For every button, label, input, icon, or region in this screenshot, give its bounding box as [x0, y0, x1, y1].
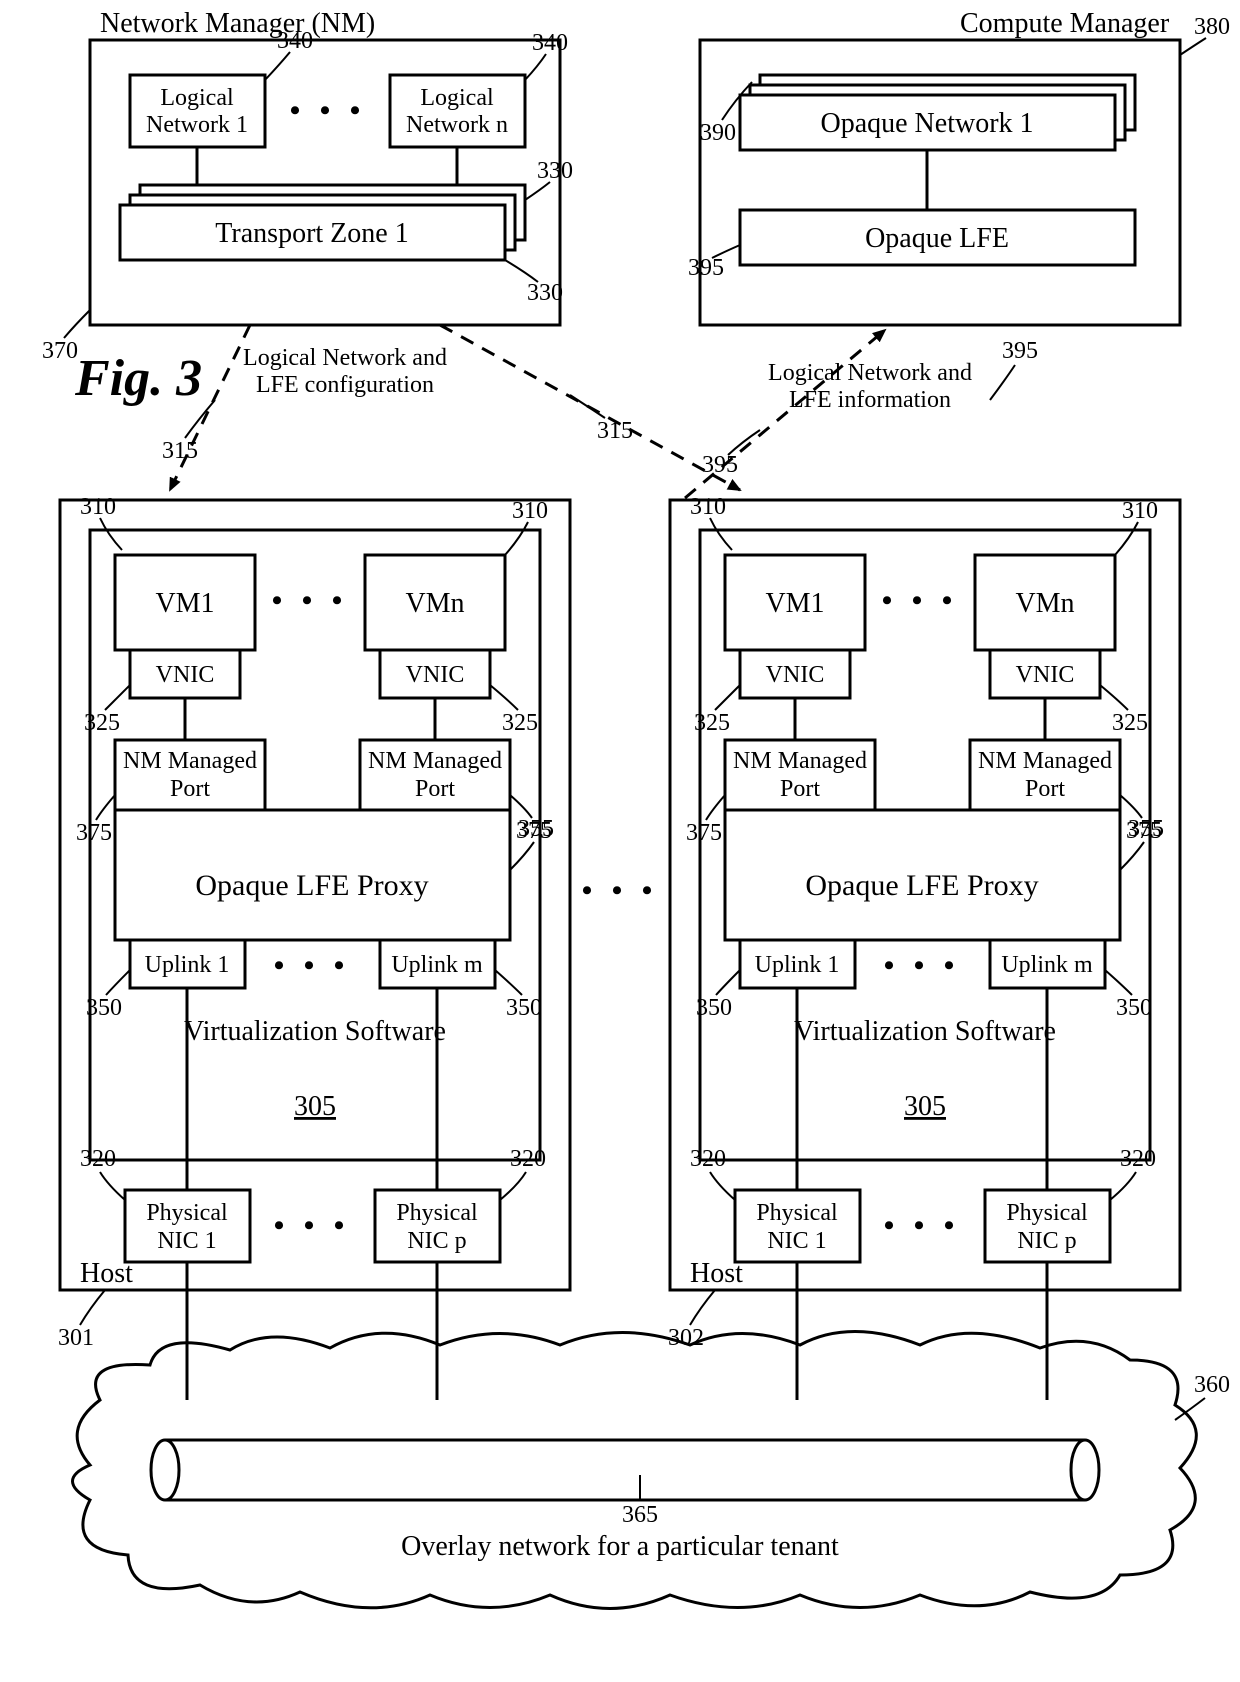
- svg-text:• • •: • • •: [290, 94, 367, 127]
- svg-text:390: 390: [700, 120, 736, 146]
- svg-text:315: 315: [597, 418, 633, 444]
- svg-text:340: 340: [532, 30, 568, 56]
- svg-text:395: 395: [1002, 338, 1038, 364]
- opnet-label: Opaque Network 1: [820, 108, 1033, 139]
- svg-text:302: 302: [668, 1325, 704, 1351]
- compute-manager-block: Compute Manager Opaque Network 1 Opaque …: [688, 8, 1230, 325]
- svg-text:301: 301: [58, 1325, 94, 1351]
- svg-text:330: 330: [527, 280, 563, 306]
- svg-text:LFE configuration: LFE configuration: [256, 372, 434, 398]
- overlay-label: Overlay network for a particular tenant: [401, 1531, 839, 1562]
- svg-text:360: 360: [1194, 1372, 1230, 1398]
- host-dots: • • •: [582, 874, 659, 907]
- network-manager-block: Network Manager (NM) Logical Network 1 L…: [42, 8, 573, 364]
- diagram-canvas: VM1 VMn • • • VNIC VNIC NM Managed Port …: [0, 0, 1240, 1677]
- svg-text:Logical Network and: Logical Network and: [243, 345, 447, 371]
- svg-text:Logical Network and: Logical Network and: [768, 360, 972, 386]
- svg-text:Network 1: Network 1: [146, 112, 248, 138]
- host-right: 302: [668, 494, 1180, 1351]
- figure-label: Fig. 3: [74, 350, 202, 407]
- oplfe-label: Opaque LFE: [865, 223, 1009, 254]
- svg-text:330: 330: [537, 158, 573, 184]
- svg-text:Network n: Network n: [406, 112, 508, 138]
- svg-text:Logical: Logical: [160, 85, 234, 111]
- dashed-arrows: Logical Network and LFE configuration 31…: [162, 325, 1038, 498]
- svg-text:Logical: Logical: [420, 85, 494, 111]
- svg-text:LFE information: LFE information: [789, 387, 951, 413]
- nm-title: Network Manager (NM): [100, 8, 375, 39]
- svg-text:370: 370: [42, 338, 78, 364]
- host-left: 301: [58, 494, 570, 1351]
- svg-text:365: 365: [622, 1502, 658, 1528]
- overlay-network: Overlay network for a particular tenant …: [73, 1332, 1231, 1609]
- svg-text:395: 395: [702, 452, 738, 478]
- svg-text:315: 315: [162, 438, 198, 464]
- svg-text:340: 340: [277, 28, 313, 54]
- tz-label: Transport Zone 1: [215, 218, 408, 249]
- cm-title: Compute Manager: [960, 8, 1170, 39]
- svg-text:395: 395: [688, 255, 724, 281]
- svg-text:380: 380: [1194, 14, 1230, 40]
